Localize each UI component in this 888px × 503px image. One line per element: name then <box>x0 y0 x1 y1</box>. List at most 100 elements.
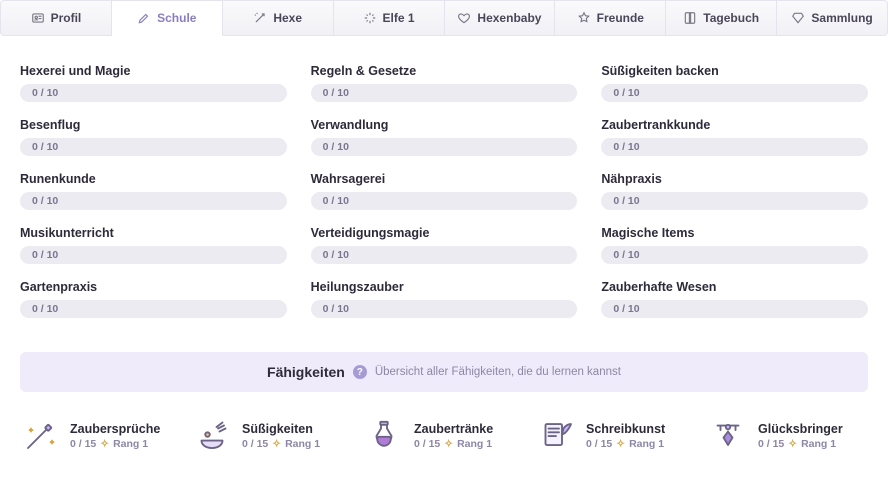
tab-label: Profil <box>51 11 82 25</box>
skill-progress-bar: 0 / 10 <box>311 246 578 264</box>
tab-label: Hexenbaby <box>477 11 541 25</box>
tab-tagebuch[interactable]: Tagebuch <box>666 0 777 36</box>
skill-progress-text: 0 / 10 <box>613 87 639 99</box>
rank-star-icon: ✧ <box>788 438 797 450</box>
tab-label: Sammlung <box>811 11 872 25</box>
skill-progress-text: 0 / 10 <box>613 303 639 315</box>
tab-freunde[interactable]: Freunde <box>555 0 666 36</box>
heart-icon <box>457 11 471 25</box>
skill-progress-text: 0 / 10 <box>613 249 639 261</box>
tab-elfe[interactable]: Elfe 1 <box>334 0 445 36</box>
rank-star-icon: ✧ <box>100 438 109 450</box>
skill-progress-bar: 0 / 10 <box>311 84 578 102</box>
ability-item[interactable]: Süßigkeiten 0 / 15 ✧ Rang 1 <box>192 416 352 456</box>
skill-item: Verwandlung 0 / 10 <box>311 118 578 156</box>
skill-progress-bar: 0 / 10 <box>601 192 868 210</box>
id-card-icon <box>31 11 45 25</box>
abilities-header: Fähigkeiten ? Übersicht aller Fähigkeite… <box>20 352 868 392</box>
tab-hexe[interactable]: Hexe <box>223 0 334 36</box>
tab-bar: Profil Schule Hexe Elfe 1 Hexenbaby Freu… <box>0 0 888 36</box>
rank-star-icon: ✧ <box>272 438 281 450</box>
ability-item[interactable]: Schreibkunst 0 / 15 ✧ Rang 1 <box>536 416 696 456</box>
skill-item: Hexerei und Magie 0 / 10 <box>20 64 287 102</box>
skill-name: Musikunterricht <box>20 226 287 240</box>
skill-item: Regeln & Gesetze 0 / 10 <box>311 64 578 102</box>
skill-progress-text: 0 / 10 <box>613 195 639 207</box>
diamond-icon <box>791 11 805 25</box>
ability-progress: 0 / 15 <box>414 438 440 450</box>
ability-item[interactable]: Zaubertränke 0 / 15 ✧ Rang 1 <box>364 416 524 456</box>
skill-progress-text: 0 / 10 <box>32 303 58 315</box>
skill-item: Wahrsagerei 0 / 10 <box>311 172 578 210</box>
ability-rank: Rang 1 <box>629 438 664 450</box>
sparkle-icon <box>363 11 377 25</box>
skill-name: Besenflug <box>20 118 287 132</box>
skill-progress-bar: 0 / 10 <box>601 246 868 264</box>
star-icon <box>577 11 591 25</box>
ability-meta: 0 / 15 ✧ Rang 1 <box>414 438 493 450</box>
skill-name: Regeln & Gesetze <box>311 64 578 78</box>
skill-progress-bar: 0 / 10 <box>601 138 868 156</box>
skill-item: Musikunterricht 0 / 10 <box>20 226 287 264</box>
book-icon <box>683 11 697 25</box>
rank-star-icon: ✧ <box>616 438 625 450</box>
skill-item: Magische Items 0 / 10 <box>601 226 868 264</box>
ability-meta: 0 / 15 ✧ Rang 1 <box>242 438 320 450</box>
ability-item[interactable]: Glücksbringer 0 / 15 ✧ Rang 1 <box>708 416 868 456</box>
skill-item: Heilungszauber 0 / 10 <box>311 280 578 318</box>
skill-progress-bar: 0 / 10 <box>311 138 578 156</box>
ability-meta: 0 / 15 ✧ Rang 1 <box>70 438 160 450</box>
skill-name: Runenkunde <box>20 172 287 186</box>
skill-progress-bar: 0 / 10 <box>601 84 868 102</box>
ability-name: Süßigkeiten <box>242 422 320 436</box>
skill-name: Heilungszauber <box>311 280 578 294</box>
skill-item: Süßigkeiten backen 0 / 10 <box>601 64 868 102</box>
skill-item: Gartenpraxis 0 / 10 <box>20 280 287 318</box>
skill-item: Zaubertrankkunde 0 / 10 <box>601 118 868 156</box>
tab-sammlung[interactable]: Sammlung <box>777 0 888 36</box>
tab-label: Elfe 1 <box>383 11 415 25</box>
skill-progress-text: 0 / 10 <box>613 141 639 153</box>
ability-name: Schreibkunst <box>586 422 665 436</box>
skill-name: Verwandlung <box>311 118 578 132</box>
skill-progress-text: 0 / 10 <box>32 141 58 153</box>
tab-hexenbaby[interactable]: Hexenbaby <box>445 0 556 36</box>
skill-progress-text: 0 / 10 <box>32 87 58 99</box>
skill-name: Gartenpraxis <box>20 280 287 294</box>
skill-item: Runenkunde 0 / 10 <box>20 172 287 210</box>
help-icon[interactable]: ? <box>353 365 367 379</box>
skill-name: Zauberhafte Wesen <box>601 280 868 294</box>
abilities-subtitle: Übersicht aller Fähigkeiten, die du lern… <box>375 366 621 378</box>
abilities-row: Zaubersprüche 0 / 15 ✧ Rang 1 Süßigkeite… <box>0 410 888 472</box>
abilities-title: Fähigkeiten <box>267 364 345 380</box>
ability-progress: 0 / 15 <box>70 438 96 450</box>
skill-item: Besenflug 0 / 10 <box>20 118 287 156</box>
skill-name: Verteidigungsmagie <box>311 226 578 240</box>
ability-rank: Rang 1 <box>457 438 492 450</box>
scroll-quill-icon <box>536 416 576 456</box>
skills-grid: Hexerei und Magie 0 / 10 Regeln & Gesetz… <box>0 36 888 338</box>
ability-name: Zaubertränke <box>414 422 493 436</box>
ability-progress: 0 / 15 <box>758 438 784 450</box>
wand-sparkles-icon <box>20 416 60 456</box>
skill-progress-bar: 0 / 10 <box>20 300 287 318</box>
skill-item: Nähpraxis 0 / 10 <box>601 172 868 210</box>
amulet-icon <box>708 416 748 456</box>
ability-item[interactable]: Zaubersprüche 0 / 15 ✧ Rang 1 <box>20 416 180 456</box>
ability-name: Glücksbringer <box>758 422 843 436</box>
skill-progress-text: 0 / 10 <box>32 195 58 207</box>
skill-name: Magische Items <box>601 226 868 240</box>
wand-icon <box>253 11 267 25</box>
ability-rank: Rang 1 <box>285 438 320 450</box>
tab-profil[interactable]: Profil <box>0 0 112 36</box>
skill-progress-bar: 0 / 10 <box>20 138 287 156</box>
tab-schule[interactable]: Schule <box>112 0 223 36</box>
rank-star-icon: ✧ <box>444 438 453 450</box>
ability-progress: 0 / 15 <box>242 438 268 450</box>
skill-name: Süßigkeiten backen <box>601 64 868 78</box>
ability-name: Zaubersprüche <box>70 422 160 436</box>
skill-progress-text: 0 / 10 <box>323 249 349 261</box>
skill-progress-text: 0 / 10 <box>323 195 349 207</box>
skill-item: Verteidigungsmagie 0 / 10 <box>311 226 578 264</box>
ability-meta: 0 / 15 ✧ Rang 1 <box>586 438 665 450</box>
